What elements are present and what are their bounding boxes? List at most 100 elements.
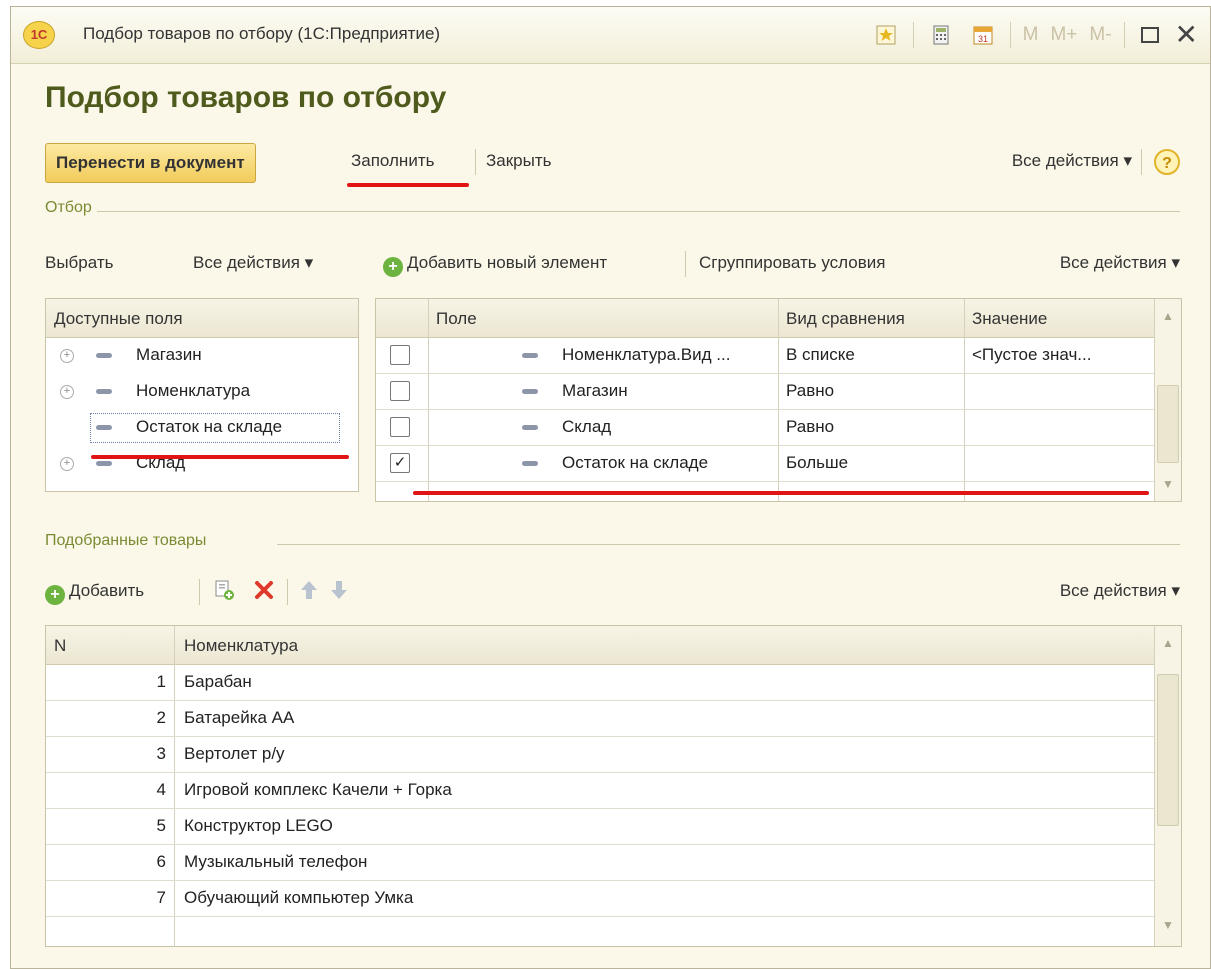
copy-icon[interactable] xyxy=(213,579,235,606)
available-field-item[interactable]: + Номенклатура xyxy=(46,373,358,409)
group-conditions-button[interactable]: Сгруппировать условия xyxy=(699,253,885,273)
maximize-icon[interactable] xyxy=(1140,27,1159,43)
all-actions-menu[interactable]: Все действия ▾ xyxy=(1012,151,1132,171)
row-comparison[interactable]: Равно xyxy=(786,381,834,401)
row-number: 5 xyxy=(156,816,166,835)
expand-icon[interactable]: + xyxy=(60,457,74,471)
table-row[interactable]: 3 Вертолет р/у xyxy=(46,736,1155,773)
app-logo-icon[interactable]: 1С xyxy=(23,21,55,49)
column-header-comparison[interactable]: Вид сравнения xyxy=(786,309,905,329)
divider xyxy=(287,579,288,605)
group-line xyxy=(277,544,1180,545)
all-actions-label: Все действия xyxy=(1059,581,1167,600)
row-checkbox-checked[interactable]: ✓ xyxy=(390,453,410,473)
add-new-element-button[interactable]: + Добавить новый элемент xyxy=(383,253,607,277)
fill-button[interactable]: Заполнить xyxy=(351,151,434,171)
table-row[interactable]: Магазин Равно xyxy=(376,373,1155,410)
close-button[interactable]: Закрыть xyxy=(486,151,551,171)
svg-text:31: 31 xyxy=(978,34,988,44)
add-circle-icon: + xyxy=(45,585,65,605)
row-nomenclature: Барабан xyxy=(184,672,252,691)
row-field: Остаток на складе xyxy=(562,453,709,472)
column-header-n[interactable]: N xyxy=(54,636,66,656)
divider xyxy=(475,149,476,175)
vertical-scrollbar[interactable]: ▲ ▼ xyxy=(1154,626,1181,946)
all-actions-menu-left[interactable]: Все действия ▾ xyxy=(193,253,313,273)
add-circle-icon: + xyxy=(383,257,403,277)
scroll-up-icon[interactable]: ▲ xyxy=(1155,309,1181,329)
divider xyxy=(1123,22,1125,48)
memory-minus-button[interactable]: M- xyxy=(1089,24,1111,46)
row-nomenclature: Игровой комплекс Качели + Горка xyxy=(184,780,452,799)
row-comparison[interactable]: Равно xyxy=(786,417,834,437)
transfer-to-document-button[interactable]: Перенести в документ xyxy=(45,143,256,183)
column-separator xyxy=(174,626,175,664)
calendar-icon[interactable]: 31 xyxy=(970,22,996,48)
goods-table: N Номенклатура 1 Барабан 2 Батарейка АА … xyxy=(45,625,1182,947)
title-bar: 1С Подбор товаров по отбору (1С:Предприя… xyxy=(11,7,1210,64)
row-comparison[interactable]: В списке xyxy=(786,345,855,365)
column-header-nomenclature[interactable]: Номенклатура xyxy=(184,636,298,656)
row-checkbox[interactable] xyxy=(390,381,410,401)
table-row[interactable]: Склад Равно xyxy=(376,409,1155,446)
scroll-thumb[interactable] xyxy=(1157,674,1179,826)
calculator-icon[interactable] xyxy=(928,22,954,48)
help-icon[interactable]: ? xyxy=(1154,149,1180,175)
table-row[interactable]: 1 Барабан xyxy=(46,664,1155,701)
column-separator xyxy=(428,299,429,337)
divider xyxy=(685,251,686,277)
column-header-value[interactable]: Значение xyxy=(972,309,1047,329)
row-field: Магазин xyxy=(562,381,628,400)
all-actions-menu-goods[interactable]: Все действия ▾ xyxy=(1060,581,1180,601)
memory-button[interactable]: M xyxy=(1023,24,1039,46)
available-field-item[interactable]: + Склад xyxy=(46,445,358,481)
row-number: 4 xyxy=(156,780,166,799)
table-header: Поле Вид сравнения Значение xyxy=(376,299,1181,338)
add-button[interactable]: + Добавить xyxy=(45,581,144,605)
table-row[interactable]: 2 Батарейка АА xyxy=(46,700,1155,737)
available-field-item-selected[interactable]: Остаток на складе xyxy=(46,409,358,445)
row-nomenclature: Батарейка АА xyxy=(184,708,295,727)
row-checkbox[interactable] xyxy=(390,417,410,437)
table-row[interactable]: Номенклатура.Вид ... В списке <Пустое зн… xyxy=(376,337,1155,374)
row-checkbox[interactable] xyxy=(390,345,410,365)
scroll-thumb[interactable] xyxy=(1157,385,1179,463)
all-actions-menu-right[interactable]: Все действия ▾ xyxy=(1060,253,1180,273)
row-number: 2 xyxy=(156,708,166,727)
table-row[interactable]: 6 Музыкальный телефон xyxy=(46,844,1155,881)
select-button[interactable]: Выбрать xyxy=(45,253,113,273)
field-icon xyxy=(522,389,538,394)
available-fields-title: Доступные поля xyxy=(54,309,183,328)
divider xyxy=(912,22,914,48)
table-row[interactable]: ✓ Остаток на складе Больше xyxy=(376,445,1155,482)
scroll-up-icon[interactable]: ▲ xyxy=(1155,636,1181,656)
expand-icon[interactable]: + xyxy=(60,385,74,399)
page-title: Подбор товаров по отбору xyxy=(45,81,447,114)
row-value[interactable]: <Пустое знач... xyxy=(972,345,1091,365)
row-number: 7 xyxy=(156,888,166,907)
row-comparison[interactable]: Больше xyxy=(786,453,848,473)
move-down-icon[interactable] xyxy=(329,579,349,606)
memory-plus-button[interactable]: M+ xyxy=(1050,24,1077,46)
column-header-field[interactable]: Поле xyxy=(436,309,477,329)
scroll-down-icon[interactable]: ▼ xyxy=(1155,918,1181,938)
table-row[interactable]: 7 Обучающий компьютер Умка xyxy=(46,880,1155,917)
move-up-icon[interactable] xyxy=(299,579,319,606)
available-field-label: Магазин xyxy=(136,345,202,364)
table-row[interactable]: 4 Игровой комплекс Качели + Горка xyxy=(46,772,1155,809)
row-nomenclature: Вертолет р/у xyxy=(184,744,285,763)
add-label: Добавить xyxy=(69,581,145,600)
column-separator xyxy=(964,299,965,337)
available-field-label: Номенклатура xyxy=(136,381,251,400)
all-actions-label: Все действия xyxy=(193,253,300,272)
close-icon[interactable]: ✕ xyxy=(1175,21,1198,49)
field-icon xyxy=(522,461,538,466)
expand-icon[interactable]: + xyxy=(60,349,74,363)
favorites-icon[interactable] xyxy=(873,22,899,48)
scroll-down-icon[interactable]: ▼ xyxy=(1155,477,1181,497)
table-row[interactable]: 5 Конструктор LEGO xyxy=(46,808,1155,845)
delete-icon[interactable] xyxy=(253,579,275,606)
vertical-scrollbar[interactable]: ▲ ▼ xyxy=(1154,299,1181,501)
available-field-item[interactable]: + Магазин xyxy=(46,337,358,373)
command-bar: Перенести в документ Заполнить Закрыть В… xyxy=(45,143,1180,187)
